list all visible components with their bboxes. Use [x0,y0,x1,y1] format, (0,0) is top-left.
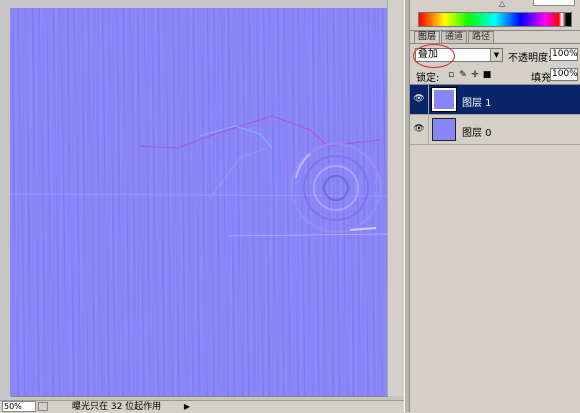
chevron-down-icon[interactable]: ▼ [490,49,502,61]
fill-input[interactable]: 100% [550,68,578,81]
opacity-input[interactable]: 100% [550,48,578,61]
eye-icon[interactable]: 👁 [413,124,425,134]
color-panel: △ [410,0,580,31]
color-slider-marker-icon[interactable]: △ [499,0,505,8]
normal-map-artwork [10,115,387,237]
status-menu-arrow-icon[interactable]: ▶ [182,402,192,412]
blend-mode-value: 叠加 [418,49,438,60]
move-lock-icon[interactable]: ✛ [470,70,480,80]
blend-mode-select[interactable]: 叠加 ▼ [415,48,503,62]
visibility-column-divider [428,85,429,115]
layer-thumbnail [432,118,456,141]
brush-lock-icon[interactable]: ✎ [458,70,468,80]
status-info-text: 曝光只在 32 位起作用 [72,402,162,412]
document-window [0,0,404,412]
eye-icon[interactable]: 👁 [413,94,425,104]
transparent-lock-icon[interactable]: ▫ [446,70,456,80]
layer-row[interactable]: 👁 图层 0 [410,115,580,145]
lock-label: 锁定: [416,73,440,84]
zoom-field[interactable]: 50% [2,401,36,412]
layers-panel: 图层 通道 路径 叠加 ▼ 不透明度: 100% 锁定: ▫ ✎ ✛ ■ 填充:… [410,31,580,413]
lock-row: 锁定: ▫ ✎ ✛ ■ 填充: 100% [416,68,580,84]
panel-tabs: 图层 通道 路径 [414,31,495,43]
color-spectrum-bar[interactable] [418,12,572,27]
layer-row[interactable]: 👁 图层 1 [410,85,580,115]
color-value-field[interactable] [533,0,575,6]
tab-divider [410,43,580,44]
status-bar: 50% 曝光只在 32 位起作用 ▶ [0,400,404,413]
opacity-label: 不透明度: [508,53,552,64]
padlock-icon[interactable]: ■ [482,70,492,80]
zoom-button[interactable] [38,402,48,411]
layer-name: 图层 0 [462,128,492,139]
visibility-column-divider [428,115,429,145]
tab-paths[interactable]: 路径 [468,31,495,43]
vertical-scrollbar[interactable] [387,0,404,396]
layer-list: 👁 图层 1 👁 图层 0 [410,84,580,413]
layer-thumbnail [431,87,457,112]
tab-layers[interactable]: 图层 [414,31,441,43]
layer-name: 图层 1 [462,98,492,109]
tab-channels[interactable]: 通道 [441,31,468,43]
image-canvas[interactable] [10,8,387,396]
